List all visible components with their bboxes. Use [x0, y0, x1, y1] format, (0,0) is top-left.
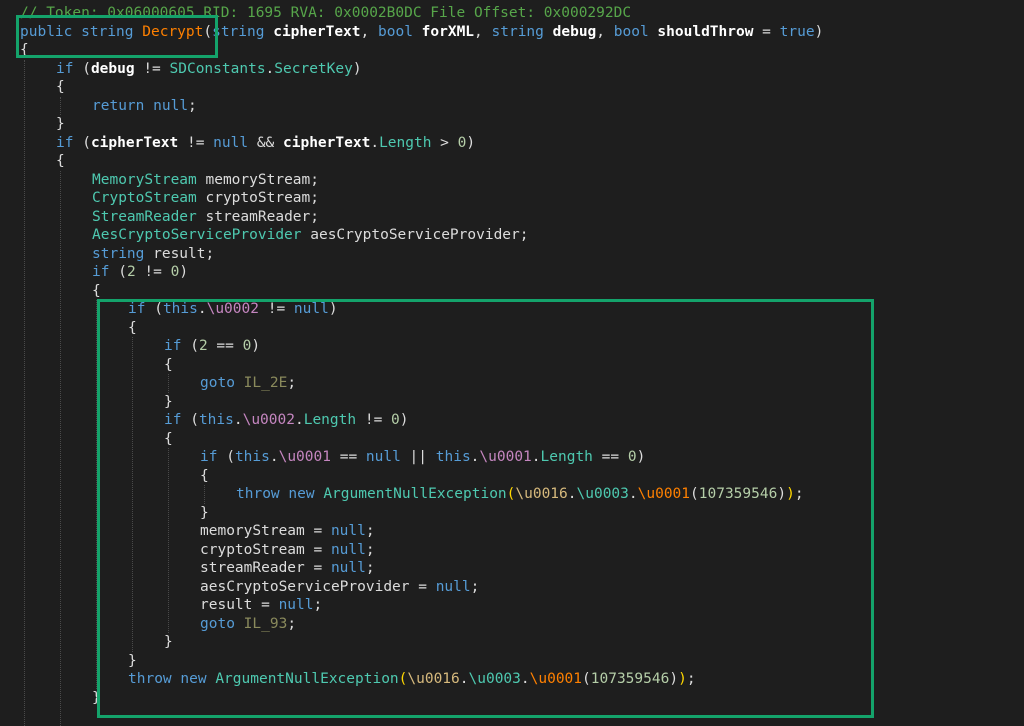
code-line: { — [56, 78, 65, 96]
code-token-plain: ) — [466, 134, 476, 151]
code-token-kw: true — [779, 23, 815, 40]
code-line: CryptoStream cryptoStream; — [92, 189, 319, 207]
code-line: if (cipherText != null && cipherText.Len… — [56, 134, 475, 152]
code-token-prop: SecretKey — [274, 60, 353, 77]
code-token-plain: != — [135, 264, 171, 280]
code-token-param: debug — [90, 60, 135, 77]
code-token-type: StreamReader — [92, 208, 197, 225]
code-token-plain: ) — [814, 23, 824, 40]
code-token-param: forXML — [421, 23, 475, 40]
code-token-plain: ( — [73, 60, 91, 77]
code-line: { — [92, 282, 101, 300]
code-token-kw: string — [92, 245, 145, 262]
code-line: if (2 != 0) — [92, 263, 188, 281]
code-token-brace: { — [92, 282, 101, 299]
code-token-num: 2 — [126, 264, 136, 280]
highlight-box-code-block — [97, 299, 874, 718]
code-token-plain: streamReader; — [196, 208, 319, 225]
code-token-plain: = — [753, 23, 780, 40]
code-token-plain: ( — [73, 134, 91, 151]
code-token-brace: { — [56, 153, 65, 169]
code-token-kw: if — [92, 264, 110, 280]
code-token-plain: result; — [144, 245, 215, 262]
code-token-param: debug — [552, 23, 597, 40]
code-token-kw: null — [153, 97, 189, 114]
code-token-brace: { — [56, 79, 65, 95]
code-token-plain: , — [474, 23, 492, 40]
code-token-plain: ) — [352, 60, 362, 77]
code-token-plain: . — [265, 60, 275, 77]
code-line: if (debug != SDConstants.SecretKey) — [56, 60, 362, 78]
code-token-plain: , — [596, 23, 614, 40]
code-token-plain: != — [178, 134, 214, 151]
code-token-plain: ; — [188, 97, 197, 114]
code-line: StreamReader streamReader; — [92, 208, 319, 226]
indent-guide — [60, 96, 61, 115]
code-token-type: AesCryptoServiceProvider — [92, 227, 302, 243]
indent-guide — [24, 59, 25, 726]
code-token-kw: if — [56, 60, 74, 77]
code-token-param: shouldThrow — [657, 23, 754, 40]
code-token-plain: ) — [179, 264, 189, 280]
code-token-plain: memoryStream; — [196, 171, 319, 188]
code-token-plain: != — [134, 60, 170, 77]
code-token-brace: } — [56, 116, 65, 132]
code-token-kw: bool — [378, 23, 413, 40]
code-token-param: cipherText — [90, 134, 179, 151]
code-token-kw: string — [491, 23, 544, 40]
code-token-plain: > — [431, 134, 458, 151]
code-token-plain: && — [248, 134, 284, 151]
code-token-param: cipherText — [273, 23, 361, 40]
code-token-kw: string — [212, 23, 265, 40]
code-line: string result; — [92, 245, 214, 263]
code-token-type: CryptoStream — [92, 190, 197, 206]
code-token-prop: Length — [379, 134, 432, 151]
code-line: AesCryptoServiceProvider aesCryptoServic… — [92, 226, 529, 244]
code-line: } — [56, 115, 65, 133]
code-token-plain: ( — [109, 264, 127, 280]
code-line: MemoryStream memoryStream; — [92, 171, 319, 189]
code-token-plain: aesCryptoServiceProvider; — [301, 227, 529, 243]
code-token-type: SDConstants — [169, 60, 266, 77]
code-token-plain: cryptoStream; — [196, 190, 319, 206]
code-token-kw: if — [56, 134, 74, 151]
code-token-kw: return — [92, 97, 145, 114]
code-token-param: cipherText — [283, 134, 371, 151]
code-token-kw: null — [213, 134, 249, 151]
indent-guide — [60, 170, 61, 726]
highlight-box-method-name — [16, 15, 218, 58]
code-token-plain: . — [370, 134, 380, 151]
code-token-type: MemoryStream — [92, 171, 197, 188]
code-line: { — [56, 152, 65, 170]
code-token-plain: , — [360, 23, 378, 40]
code-line: return null; — [92, 97, 197, 115]
code-token-kw: bool — [613, 23, 649, 40]
